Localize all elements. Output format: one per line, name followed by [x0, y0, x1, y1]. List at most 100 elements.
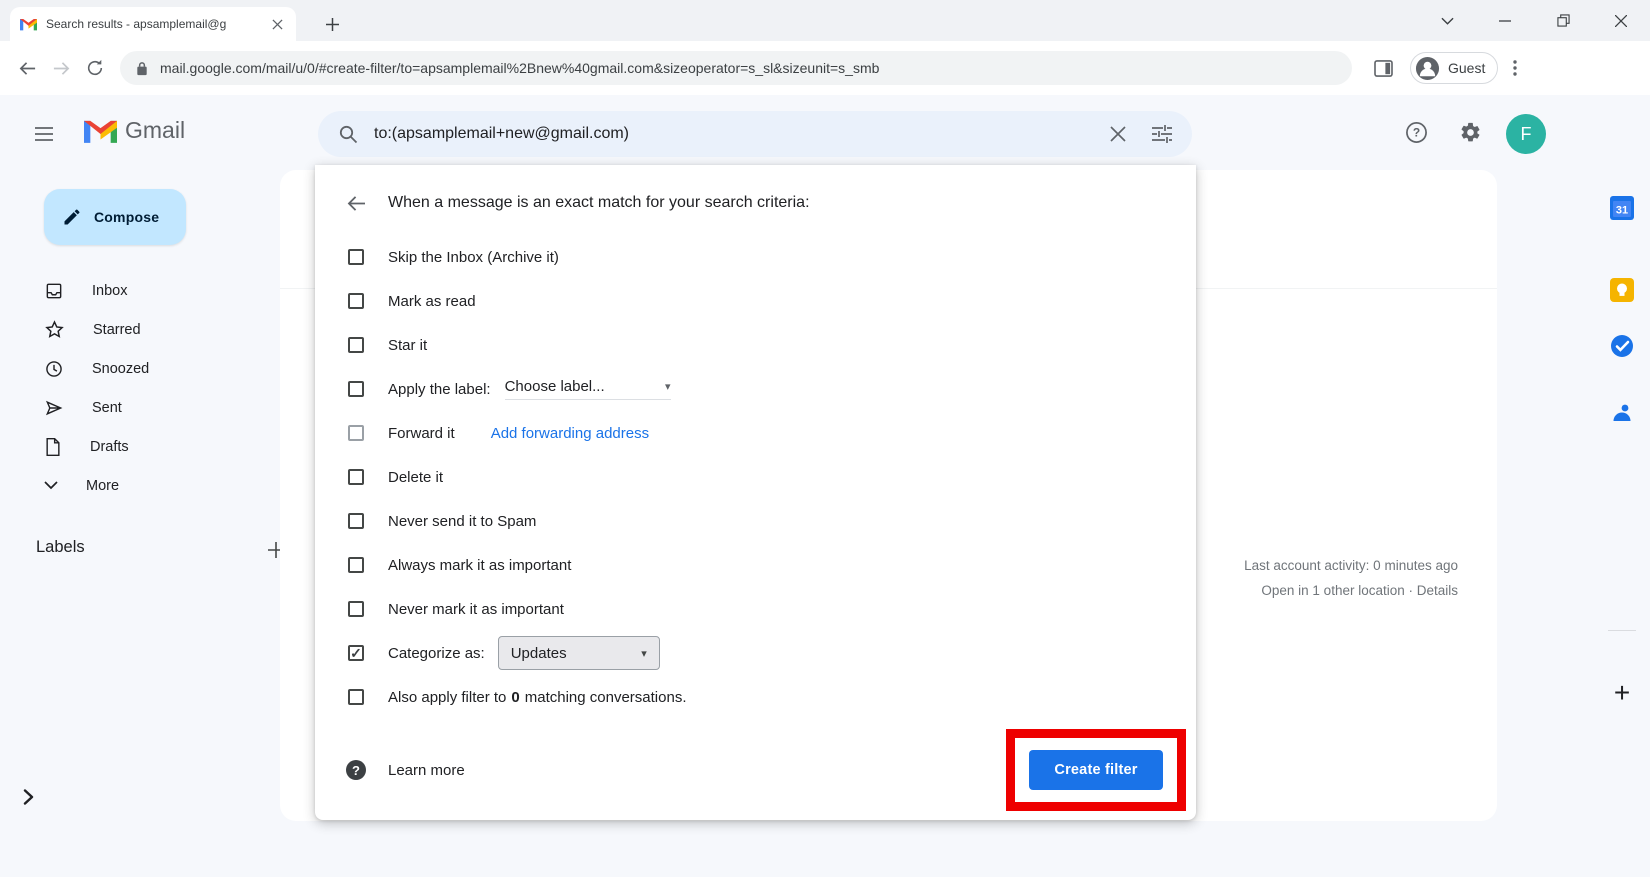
- hide-side-panel-chevron-icon[interactable]: [10, 779, 46, 815]
- sidebar-item-label: Snoozed: [92, 361, 149, 377]
- filter-option-row: Never mark it as important: [315, 587, 1196, 631]
- activity-line2[interactable]: Open in 1 other location · Details: [1244, 578, 1458, 603]
- calendar-icon[interactable]: 31: [1602, 188, 1642, 228]
- support-help-icon[interactable]: ?: [1394, 110, 1438, 154]
- sidebar-item-label: Inbox: [92, 283, 127, 299]
- sidebar-item-starred[interactable]: Starred: [12, 310, 257, 349]
- sidebar-item-more[interactable]: More: [12, 466, 257, 505]
- checkbox[interactable]: [348, 469, 364, 485]
- sidebar-item-sent[interactable]: Sent: [12, 388, 257, 427]
- activity-line1: Last account activity: 0 minutes ago: [1244, 553, 1458, 578]
- get-addons-plus-icon[interactable]: +: [1602, 673, 1642, 713]
- filter-option-row: Forward it Add forwarding address: [315, 411, 1196, 455]
- lock-icon: [136, 61, 148, 76]
- checkbox[interactable]: [348, 293, 364, 309]
- clear-search-icon[interactable]: [1096, 112, 1140, 156]
- browser-menu-kebab-icon[interactable]: [1498, 51, 1532, 85]
- inbox-icon: [44, 281, 64, 301]
- avatar-letter: F: [1521, 124, 1532, 145]
- checkbox[interactable]: [348, 513, 364, 529]
- send-icon: [44, 398, 64, 418]
- compose-label: Compose: [94, 209, 159, 225]
- reload-icon[interactable]: [78, 51, 112, 85]
- side-panel-divider: [1608, 630, 1636, 631]
- window-restore-button[interactable]: [1534, 0, 1592, 41]
- option-label: Forward it: [388, 425, 455, 442]
- gmail-m-icon: [84, 118, 117, 143]
- window-minimize-button[interactable]: [1476, 0, 1534, 41]
- add-forwarding-address-link[interactable]: Add forwarding address: [491, 425, 649, 442]
- checkbox[interactable]: [348, 337, 364, 353]
- choose-label-value: Choose label...: [505, 378, 605, 395]
- clock-icon: [44, 359, 64, 379]
- back-icon[interactable]: [10, 51, 44, 85]
- option-label: Never mark it as important: [388, 601, 564, 618]
- search-input[interactable]: to:(apsamplemail+new@gmail.com): [374, 125, 1096, 143]
- browser-profile-chip[interactable]: Guest: [1410, 52, 1498, 84]
- checkbox[interactable]: [348, 381, 364, 397]
- forward-icon[interactable]: [44, 51, 78, 85]
- option-label: Always mark it as important: [388, 557, 571, 574]
- categorize-select[interactable]: Updates ▾: [498, 636, 660, 670]
- sidebar-item-drafts[interactable]: Drafts: [12, 427, 257, 466]
- gmail-wordmark: Gmail: [125, 117, 185, 144]
- address-bar[interactable]: mail.google.com/mail/u/0/#create-filter/…: [120, 51, 1352, 85]
- checkbox[interactable]: [348, 249, 364, 265]
- checkbox[interactable]: [348, 601, 364, 617]
- categorize-select-value: Updates: [511, 645, 567, 662]
- help-question-icon[interactable]: ?: [346, 760, 366, 780]
- option-label: Never send it to Spam: [388, 513, 536, 530]
- tasks-icon[interactable]: [1602, 326, 1642, 366]
- account-activity-note: Last account activity: 0 minutes ago Ope…: [1244, 553, 1458, 603]
- chevron-down-icon: [44, 481, 58, 490]
- gmail-favicon-icon: [20, 17, 37, 31]
- filter-option-row: Skip the Inbox (Archive it): [315, 235, 1196, 279]
- tab-close-icon[interactable]: [269, 16, 286, 33]
- keep-icon[interactable]: [1602, 270, 1642, 310]
- checkbox[interactable]: [348, 425, 364, 441]
- dropdown-caret-icon: ▾: [665, 380, 671, 393]
- sidebar-item-label: Starred: [93, 322, 141, 338]
- tab-search-chevron-icon[interactable]: [1418, 0, 1476, 41]
- svg-text:?: ?: [1412, 125, 1419, 139]
- browser-tab[interactable]: Search results - apsamplemail@g: [10, 7, 296, 41]
- side-panel-icon[interactable]: [1366, 51, 1400, 85]
- profile-label: Guest: [1448, 60, 1485, 76]
- settings-gear-icon[interactable]: [1448, 110, 1492, 154]
- contacts-icon[interactable]: [1602, 394, 1642, 434]
- create-filter-button[interactable]: Create filter: [1029, 750, 1163, 790]
- create-filter-dialog: When a message is an exact match for you…: [315, 165, 1196, 820]
- filter-option-row: Never send it to Spam: [315, 499, 1196, 543]
- sidebar-item-inbox[interactable]: Inbox: [12, 271, 257, 310]
- filter-option-row: Apply the label: Choose label... ▾: [315, 367, 1196, 411]
- checkbox[interactable]: [348, 557, 364, 573]
- choose-label-dropdown[interactable]: Choose label... ▾: [505, 378, 671, 400]
- search-icon[interactable]: [326, 112, 370, 156]
- option-label: Skip the Inbox (Archive it): [388, 249, 559, 266]
- checkbox[interactable]: [348, 689, 364, 705]
- back-arrow-icon[interactable]: [336, 185, 376, 221]
- browser-titlebar: Search results - apsamplemail@g: [0, 0, 1650, 41]
- dropdown-caret-icon: ▾: [641, 647, 647, 660]
- dialog-title: When a message is an exact match for you…: [388, 194, 810, 212]
- sidebar-item-label: Drafts: [90, 439, 129, 455]
- sidebar-item-snoozed[interactable]: Snoozed: [12, 349, 257, 388]
- side-panel: 31 +: [1594, 172, 1650, 877]
- filter-option-row: Star it: [315, 323, 1196, 367]
- checkbox[interactable]: [348, 645, 364, 661]
- compose-button[interactable]: Compose: [44, 189, 186, 245]
- window-close-button[interactable]: [1592, 0, 1650, 41]
- filter-option-row: Also apply filter to0matching conversati…: [315, 675, 1196, 719]
- sidebar-nav: Inbox Starred Snoozed Sent Drafts More: [12, 271, 257, 505]
- account-avatar[interactable]: F: [1506, 114, 1546, 154]
- star-icon: [44, 319, 65, 340]
- gmail-logo[interactable]: Gmail: [84, 117, 185, 144]
- filter-option-row: Categorize as: Updates ▾: [315, 631, 1196, 675]
- search-options-tune-icon[interactable]: [1140, 112, 1184, 156]
- option-label: Categorize as:: [388, 645, 485, 662]
- main-menu-hamburger-icon[interactable]: [20, 110, 68, 158]
- labels-header: Labels: [36, 538, 85, 557]
- learn-more-link[interactable]: Learn more: [388, 762, 465, 779]
- new-tab-button[interactable]: [318, 10, 346, 38]
- search-bar[interactable]: to:(apsamplemail+new@gmail.com): [318, 111, 1192, 157]
